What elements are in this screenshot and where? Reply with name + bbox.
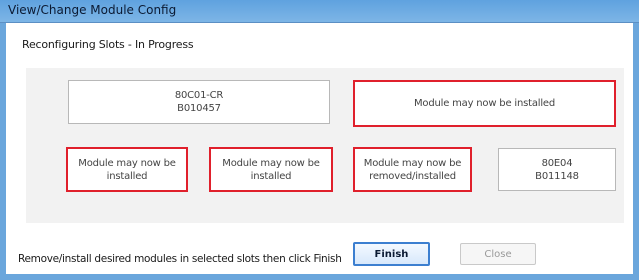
close-button[interactable]: Close — [460, 243, 536, 265]
slot-module-80c01[interactable]: 80C01-CR B010457 — [68, 80, 330, 124]
slot-label-line1: 80E04 — [541, 157, 573, 169]
module-config-window: View/Change Module Config Reconfiguring … — [0, 0, 639, 280]
window-title: View/Change Module Config — [8, 3, 177, 17]
slot-module-80e04[interactable]: 80E04 B011148 — [498, 148, 616, 191]
status-text: Reconfiguring Slots - In Progress — [22, 38, 194, 51]
slot-label-line2: B011148 — [535, 170, 579, 182]
slot-label-line2: installed — [106, 170, 148, 182]
slot-label-line2: B010457 — [177, 103, 221, 114]
slot-label-line1: 80C01-CR — [174, 90, 224, 101]
slot-label-line2: installed — [250, 170, 292, 182]
slot-label-line1: Module may now be — [363, 157, 462, 169]
slot-label-line1: Module may now be — [78, 157, 176, 169]
slot-label-line1: Module may now be installed — [413, 98, 556, 109]
slot-selected-install[interactable]: Module may now be installed — [209, 147, 333, 192]
title-bar[interactable]: View/Change Module Config — [0, 0, 639, 23]
slot-label-line1: Module may now be — [222, 157, 320, 169]
slot-selected-install[interactable]: Module may now be installed — [66, 147, 188, 192]
dialog-client-area: Reconfiguring Slots - In Progress 80C01-… — [6, 23, 633, 274]
slots-panel: 80C01-CR B010457 Module may now be insta… — [26, 68, 624, 223]
instruction-text: Remove/install desired modules in select… — [18, 253, 342, 265]
finish-button[interactable]: Finish — [353, 242, 430, 266]
slot-selected-install[interactable]: Module may now be installed — [353, 80, 616, 127]
slot-selected-remove-install[interactable]: Module may now be removed/installed — [353, 147, 472, 192]
slot-label-line2: removed/installed — [369, 170, 456, 182]
